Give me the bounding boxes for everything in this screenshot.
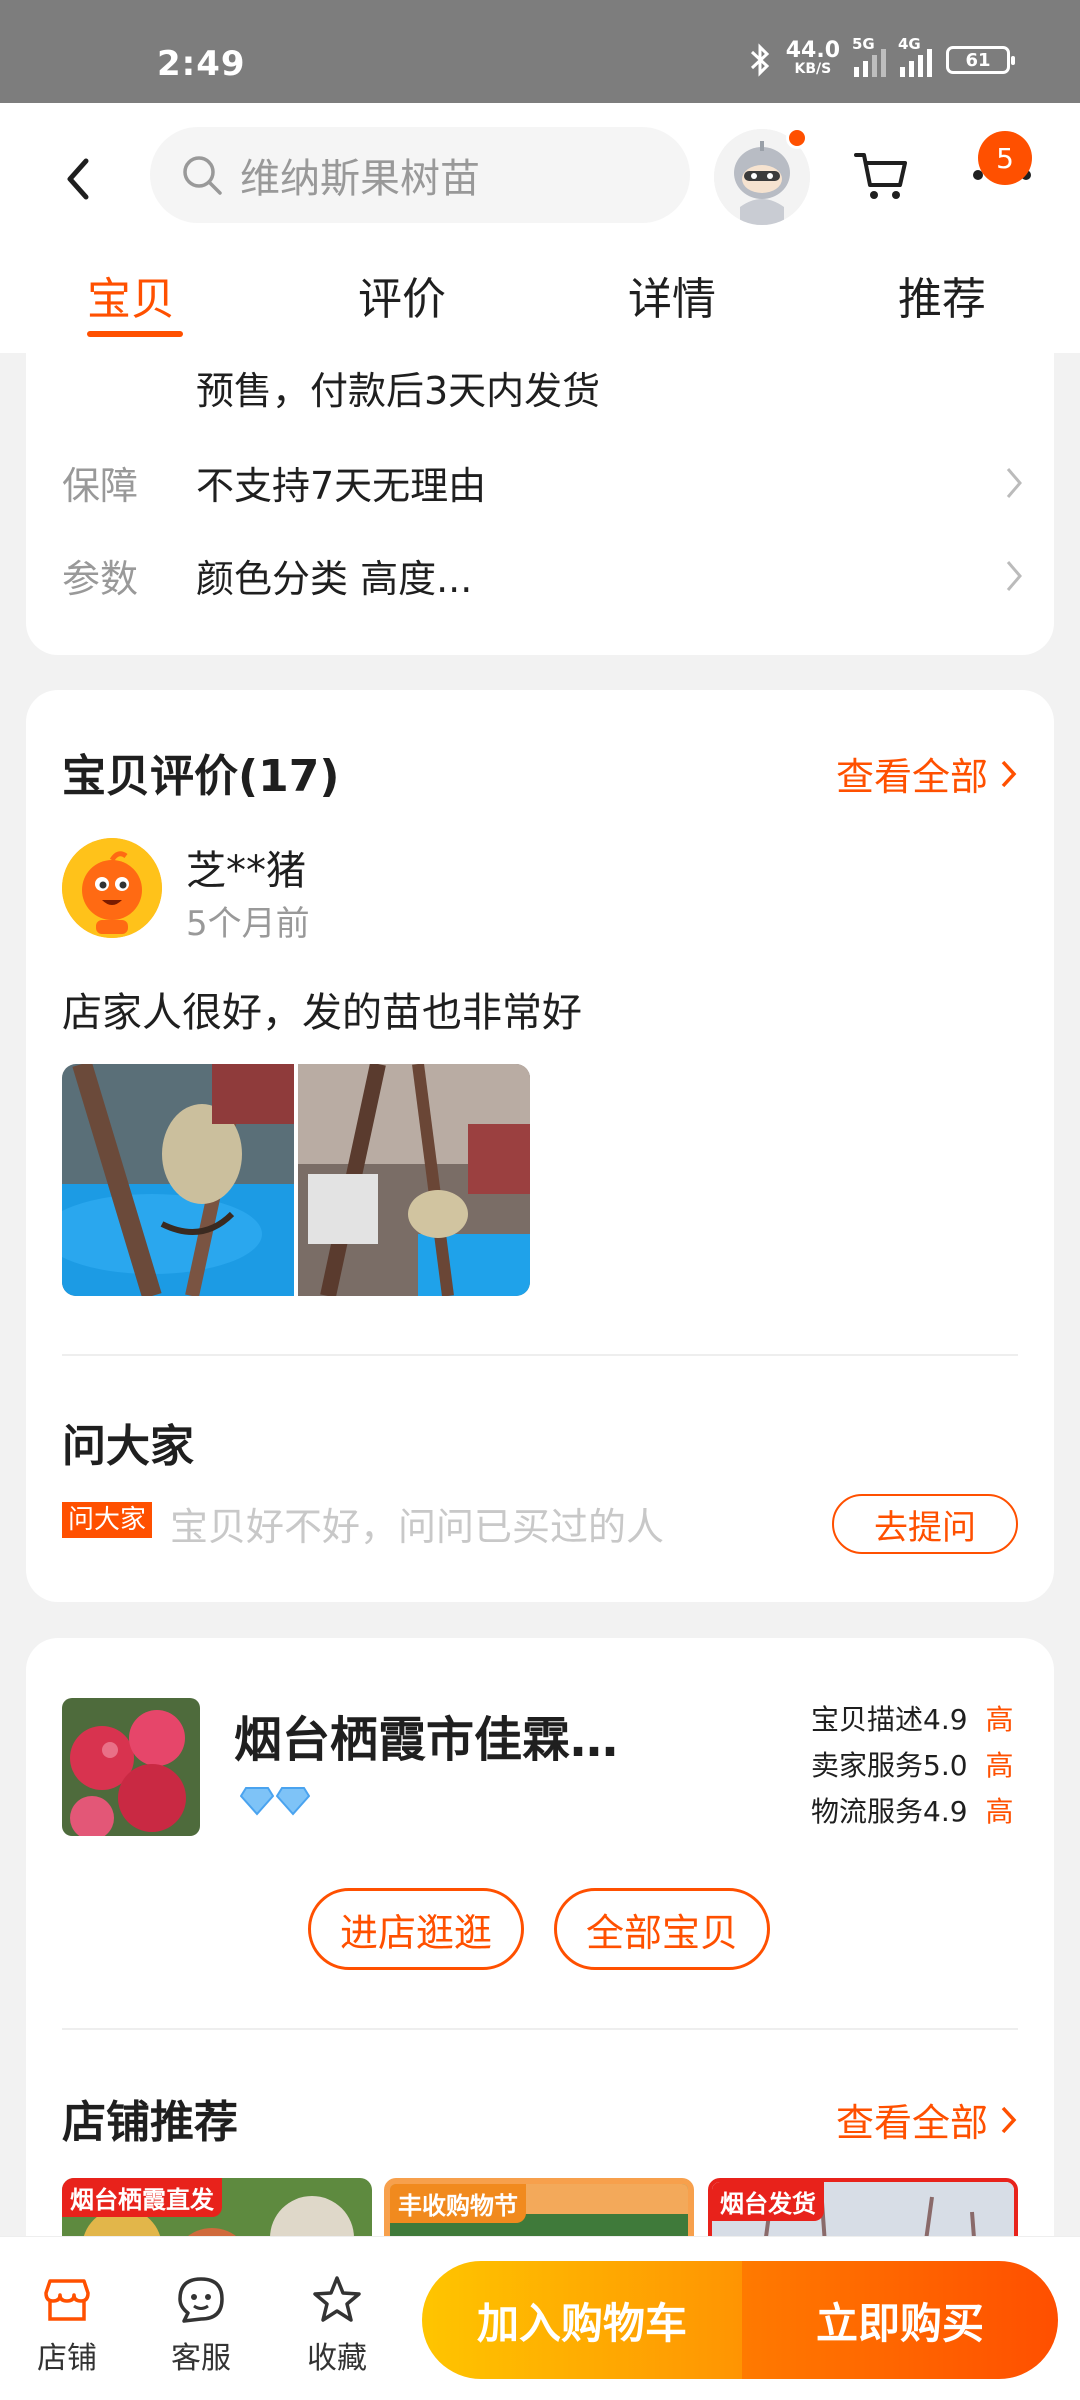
buy-now-button[interactable]: 立即购买 bbox=[742, 2261, 1058, 2379]
customer-service-button[interactable]: 客服 bbox=[156, 2273, 246, 2377]
params-row[interactable]: 参数 颜色分类 高度... bbox=[26, 548, 1054, 628]
shop-nav-label: 店铺 bbox=[37, 2341, 97, 2376]
shop-name[interactable]: 烟台栖霞市佳霖果树苗… bbox=[234, 1700, 634, 1770]
reviewer-avatar bbox=[62, 838, 162, 938]
cart-icon[interactable] bbox=[852, 147, 910, 205]
active-tab-indicator bbox=[87, 331, 183, 337]
message-badge: 5 bbox=[978, 131, 1032, 185]
enter-shop-button[interactable]: 进店逛逛 bbox=[308, 1888, 524, 1970]
tab-recommend[interactable]: 推荐 bbox=[898, 263, 986, 327]
ask-question-button[interactable]: 去提问 bbox=[832, 1494, 1018, 1554]
diamond-icon bbox=[240, 1787, 274, 1816]
review-text: 店家人很好，发的苗也非常好 bbox=[62, 990, 582, 1036]
guarantee-value: 不支持7天无理由 bbox=[196, 464, 487, 508]
shipping-row: 预售，付款后3天内发货 bbox=[26, 360, 1054, 440]
back-arrow-icon[interactable] bbox=[58, 149, 98, 209]
thumb-tag: 烟台发货 bbox=[712, 2182, 824, 2221]
status-icons: 44.0 KB/S 5G 4G 61 bbox=[748, 35, 1015, 78]
chat-face-icon bbox=[178, 2277, 224, 2323]
apple-photo-image bbox=[62, 1698, 200, 1836]
shop-recommend-see-all-link[interactable]: 查看全部 bbox=[836, 2092, 1018, 2147]
score-description: 宝贝描述4.9 高 bbox=[811, 1703, 1014, 1736]
product-info-card: 预售，付款后3天内发货 保障 不支持7天无理由 参数 颜色分类 高度... bbox=[26, 350, 1054, 655]
tab-reviews[interactable]: 评价 bbox=[358, 263, 446, 327]
product-page: 2:49 44.0 KB/S 5G 4G 61 维纳斯果树苗 5 宝贝 评价 详… bbox=[0, 0, 1080, 2400]
ask-placeholder[interactable]: 宝贝好不好，问问已买过的人 bbox=[170, 1496, 664, 1551]
thumb-tag: 丰收购物节 bbox=[390, 2184, 526, 2223]
tab-item[interactable]: 宝贝 bbox=[87, 263, 175, 327]
chevron-right-icon bbox=[1001, 760, 1017, 787]
ask-tag: 问大家 bbox=[62, 1502, 153, 1538]
shop-rating-diamonds bbox=[240, 1786, 310, 1816]
see-all-label: 查看全部 bbox=[835, 2101, 988, 2145]
bottom-action-bar: 店铺 客服 收藏 加入购物车 立即购买 bbox=[0, 2236, 1080, 2400]
reviewer-name: 芝**猪 bbox=[186, 848, 306, 894]
guarantee-label: 保障 bbox=[62, 464, 139, 508]
score-logistics: 物流服务4.9 高 bbox=[811, 1795, 1014, 1828]
shop-recommend-title: 店铺推荐 bbox=[62, 2097, 238, 2148]
status-time: 2:49 bbox=[157, 44, 246, 84]
review-photo-2[interactable] bbox=[298, 1064, 530, 1296]
params-label: 参数 bbox=[62, 557, 139, 601]
customer-service-label: 客服 bbox=[171, 2341, 231, 2376]
review-time: 5个月前 bbox=[186, 904, 310, 944]
signal-5g-icon: 5G bbox=[852, 35, 886, 77]
chevron-right-icon bbox=[1006, 468, 1022, 498]
all-items-button[interactable]: 全部宝贝 bbox=[554, 1888, 770, 1970]
review-photo-image bbox=[62, 1064, 294, 1296]
reviews-card: 宝贝评价(17) 查看全部 芝**猪 5个月前 店家人很好，发的苗也非常好 问大… bbox=[26, 690, 1054, 1602]
favorite-label: 收藏 bbox=[307, 2341, 367, 2376]
section-divider bbox=[62, 1354, 1018, 1356]
tab-bar: 宝贝 评价 详情 推荐 bbox=[0, 253, 1080, 353]
purchase-buttons: 加入购物车 立即购买 bbox=[422, 2261, 1058, 2379]
shop-nav-button[interactable]: 店铺 bbox=[22, 2273, 112, 2377]
chevron-right-icon bbox=[1001, 2106, 1017, 2133]
add-to-cart-button[interactable]: 加入购物车 bbox=[422, 2261, 742, 2379]
bluetooth-icon bbox=[750, 43, 769, 77]
section-divider bbox=[62, 2028, 1018, 2030]
notification-dot bbox=[786, 127, 808, 149]
ask-title: 问大家 bbox=[62, 1421, 194, 1472]
shop-logo[interactable] bbox=[62, 1698, 200, 1836]
star-icon bbox=[313, 2276, 361, 2322]
diamond-icon bbox=[276, 1787, 310, 1816]
shipping-text: 预售，付款后3天内发货 bbox=[196, 369, 601, 413]
review-photo-image bbox=[298, 1064, 530, 1296]
battery-icon: 61 bbox=[946, 46, 1015, 74]
review-photo-1[interactable] bbox=[62, 1064, 294, 1296]
thumb-tag: 烟台栖霞直发 bbox=[62, 2178, 222, 2217]
signal-4g-icon: 4G bbox=[898, 35, 932, 77]
search-text: 维纳斯果树苗 bbox=[240, 156, 480, 202]
reviews-title: 宝贝评价(17) bbox=[62, 751, 340, 802]
tab-details[interactable]: 详情 bbox=[628, 263, 716, 327]
reviews-see-all-link[interactable]: 查看全部 bbox=[836, 746, 1018, 801]
chevron-right-icon bbox=[1006, 561, 1022, 591]
shop-icon bbox=[44, 2279, 90, 2321]
net-speed: 44.0 KB/S bbox=[785, 38, 840, 78]
score-service: 卖家服务5.0 高 bbox=[811, 1749, 1014, 1782]
favorite-button[interactable]: 收藏 bbox=[292, 2273, 382, 2377]
search-icon bbox=[183, 156, 222, 195]
search-bar[interactable]: 维纳斯果树苗 bbox=[150, 127, 690, 223]
top-header: 维纳斯果树苗 5 宝贝 评价 详情 推荐 bbox=[0, 103, 1080, 353]
see-all-label: 查看全部 bbox=[835, 755, 988, 799]
params-value: 颜色分类 高度... bbox=[196, 557, 473, 601]
guarantee-row[interactable]: 保障 不支持7天无理由 bbox=[26, 455, 1054, 535]
status-bar: 2:49 44.0 KB/S 5G 4G 61 bbox=[0, 0, 1080, 103]
reviewer-mascot-icon bbox=[62, 838, 162, 938]
